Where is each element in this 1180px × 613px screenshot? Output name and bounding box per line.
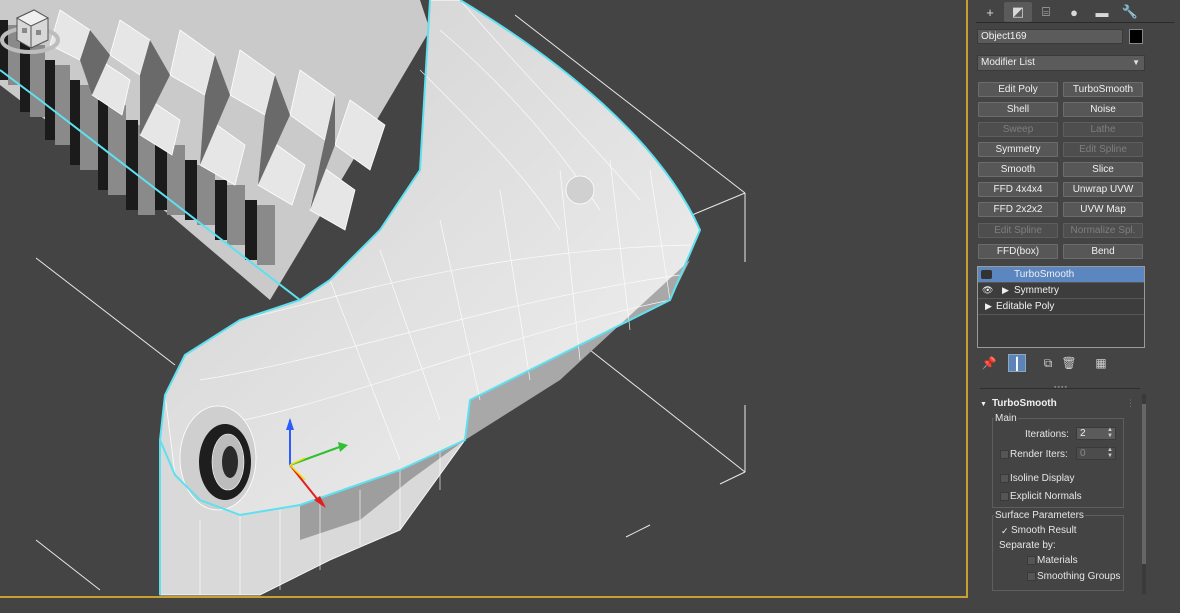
expand-arrow-icon[interactable]: ▶ (1002, 283, 1009, 298)
show-end-result-icon[interactable]: ┃ (1008, 354, 1026, 372)
smoothing-groups-checkbox[interactable] (1027, 572, 1036, 581)
command-panel-tabs: + ◩ ⌸ ● ▬ 🔧 (976, 2, 1176, 22)
modifier-stack: TurboSmooth 👁 ▶ Symmetry ▶ Editable Poly (977, 266, 1145, 348)
stack-item-editable-poly[interactable]: ▶ Editable Poly (978, 299, 1144, 315)
turbosmooth-rollout-header[interactable]: ▼ TurboSmooth (980, 398, 1057, 409)
mesh-render (0, 0, 746, 596)
modifier-button[interactable]: FFD(box) (978, 244, 1058, 259)
iterations-value: 2 (1080, 428, 1086, 439)
modifier-button[interactable]: Lathe (1063, 122, 1143, 137)
iterations-label: Iterations: (1025, 429, 1069, 440)
modifier-button[interactable]: Bend (1063, 244, 1143, 259)
modifier-button[interactable]: Edit Poly (978, 82, 1058, 97)
utilities-tab-icon[interactable]: 🔧 (1116, 2, 1144, 22)
perspective-viewport[interactable] (0, 0, 968, 598)
stack-item-label: TurboSmooth (1014, 269, 1075, 280)
tabs-divider (976, 22, 1174, 23)
object-name-field[interactable] (977, 29, 1123, 44)
materials-label: Materials (1037, 555, 1078, 566)
materials-checkbox[interactable] (1027, 556, 1036, 565)
lightbulb-icon[interactable] (981, 270, 992, 279)
render-iters-label: Render Iters: (1010, 449, 1068, 460)
modifier-button[interactable]: Sweep (978, 122, 1058, 137)
smooth-result-label: Smooth Result (1011, 525, 1077, 536)
modifier-button[interactable]: Symmetry (978, 142, 1058, 157)
modifier-button[interactable]: FFD 4x4x4 (978, 182, 1058, 197)
iterations-spinner[interactable]: 2 ▲ ▼ (1076, 427, 1116, 440)
modifier-button[interactable]: Normalize Spl. (1063, 223, 1143, 238)
pin-stack-icon[interactable]: 📌 (980, 354, 998, 372)
render-iters-spinner[interactable]: 0 ▲ ▼ (1076, 447, 1116, 460)
make-unique-icon[interactable]: ⧉ (1039, 354, 1057, 372)
smooth-result-checkbox[interactable]: ✓ (1000, 526, 1009, 536)
isoline-display-label: Isoline Display (1010, 473, 1075, 484)
separate-by-label: Separate by: (999, 540, 1056, 551)
modifier-button[interactable]: Edit Spline (1063, 142, 1143, 157)
create-tab-icon[interactable]: + (976, 2, 1004, 22)
explicit-normals-label: Explicit Normals (1010, 491, 1082, 502)
motion-tab-icon[interactable]: ● (1060, 2, 1088, 22)
command-panel: + ◩ ⌸ ● ▬ 🔧 Modifier List ▼ Edit Poly Tu… (970, 0, 1180, 613)
surface-parameters-label: Surface Parameters (994, 510, 1085, 521)
modifier-button[interactable]: UVW Map (1063, 202, 1143, 217)
viewcube-icon[interactable] (0, 0, 60, 56)
status-bar (0, 598, 1180, 613)
expand-arrow-icon[interactable]: ▶ (985, 299, 992, 314)
stack-toolbar: 📌 ┃ ⧉ 🗑 ▦ (980, 354, 1140, 374)
hierarchy-tab-icon[interactable]: ⌸ (1032, 2, 1060, 22)
render-iters-checkbox[interactable] (1000, 450, 1009, 459)
modifier-button[interactable]: Edit Spline (978, 223, 1058, 238)
scrollbar-thumb[interactable] (1142, 404, 1146, 564)
remove-modifier-icon[interactable]: 🗑 (1060, 354, 1078, 372)
stack-item-symmetry[interactable]: 👁 ▶ Symmetry (978, 283, 1144, 299)
stack-item-label: Editable Poly (996, 301, 1055, 312)
smoothing-groups-label: Smoothing Groups (1037, 571, 1121, 582)
modify-tab-icon[interactable]: ◩ (1004, 2, 1032, 22)
modifier-list-label: Modifier List (981, 57, 1035, 68)
stack-item-turbosmooth[interactable]: TurboSmooth (978, 267, 1144, 283)
modifier-button[interactable]: TurboSmooth (1063, 82, 1143, 97)
main-group-label: Main (994, 413, 1018, 424)
rollout-title: TurboSmooth (991, 398, 1057, 409)
modifier-button[interactable]: Noise (1063, 102, 1143, 117)
modifier-button[interactable]: FFD 2x2x2 (978, 202, 1058, 217)
render-iters-value: 0 (1080, 448, 1086, 459)
spinner-arrows-icon[interactable]: ▲ ▼ (1107, 447, 1113, 459)
modifier-button[interactable]: Smooth (978, 162, 1058, 177)
panel-scrollbar[interactable] (1142, 394, 1146, 594)
object-color-swatch[interactable] (1129, 29, 1143, 44)
display-tab-icon[interactable]: ▬ (1088, 2, 1116, 22)
collapse-arrow-icon: ▼ (980, 401, 987, 408)
rollout-divider (980, 388, 1140, 389)
rollout-options-icon[interactable]: ⋮ (1126, 398, 1135, 409)
dropdown-arrow-icon: ▼ (1132, 58, 1140, 67)
eye-icon[interactable]: 👁 (982, 283, 993, 298)
stack-item-label: Symmetry (1014, 285, 1059, 296)
isoline-display-checkbox[interactable] (1000, 474, 1009, 483)
modifier-button[interactable]: Unwrap UVW (1063, 182, 1143, 197)
explicit-normals-checkbox[interactable] (1000, 492, 1009, 501)
configure-modifier-sets-icon[interactable]: ▦ (1092, 354, 1110, 372)
modifier-list-dropdown[interactable]: Modifier List ▼ (977, 55, 1145, 71)
modifier-button[interactable]: Shell (978, 102, 1058, 117)
modifier-button[interactable]: Slice (1063, 162, 1143, 177)
spinner-arrows-icon[interactable]: ▲ ▼ (1107, 427, 1113, 439)
